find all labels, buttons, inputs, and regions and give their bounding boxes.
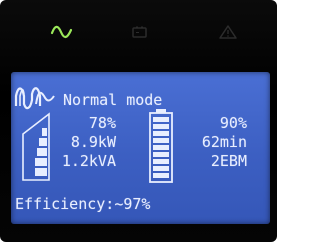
sine-wave-icon: [50, 25, 73, 39]
normal-mode-indicator: [50, 24, 74, 40]
battery-ebm-count: 2EBM: [210, 152, 247, 170]
efficiency-readout: Efficiency:~97%: [15, 195, 151, 213]
load-power-kw: 8.9kW: [70, 133, 116, 151]
lcd-screen: Normal mode 78% 8.9kW 1.2kVA 90% 62min 2…: [11, 72, 270, 224]
display-bezel: Normal mode 78% 8.9kW 1.2kVA 90% 62min 2…: [0, 0, 277, 242]
warning-triangle-icon: [219, 25, 237, 39]
battery-icon: [132, 26, 147, 38]
battery-mode-indicator: [128, 24, 152, 40]
sine-wave-icon: [14, 87, 55, 110]
fault-indicator: [216, 24, 240, 40]
mode-label: Normal mode: [63, 91, 163, 109]
battery-runtime: 62min: [201, 133, 247, 151]
ups-front-panel: Normal mode 78% 8.9kW 1.2kVA 90% 62min 2…: [0, 0, 277, 242]
battery-percent: 90%: [219, 114, 247, 132]
load-bar-icon: [22, 112, 50, 181]
battery-level-icon: [149, 109, 173, 183]
load-percent: 78%: [88, 114, 116, 132]
load-power-kva: 1.2kVA: [61, 152, 116, 170]
